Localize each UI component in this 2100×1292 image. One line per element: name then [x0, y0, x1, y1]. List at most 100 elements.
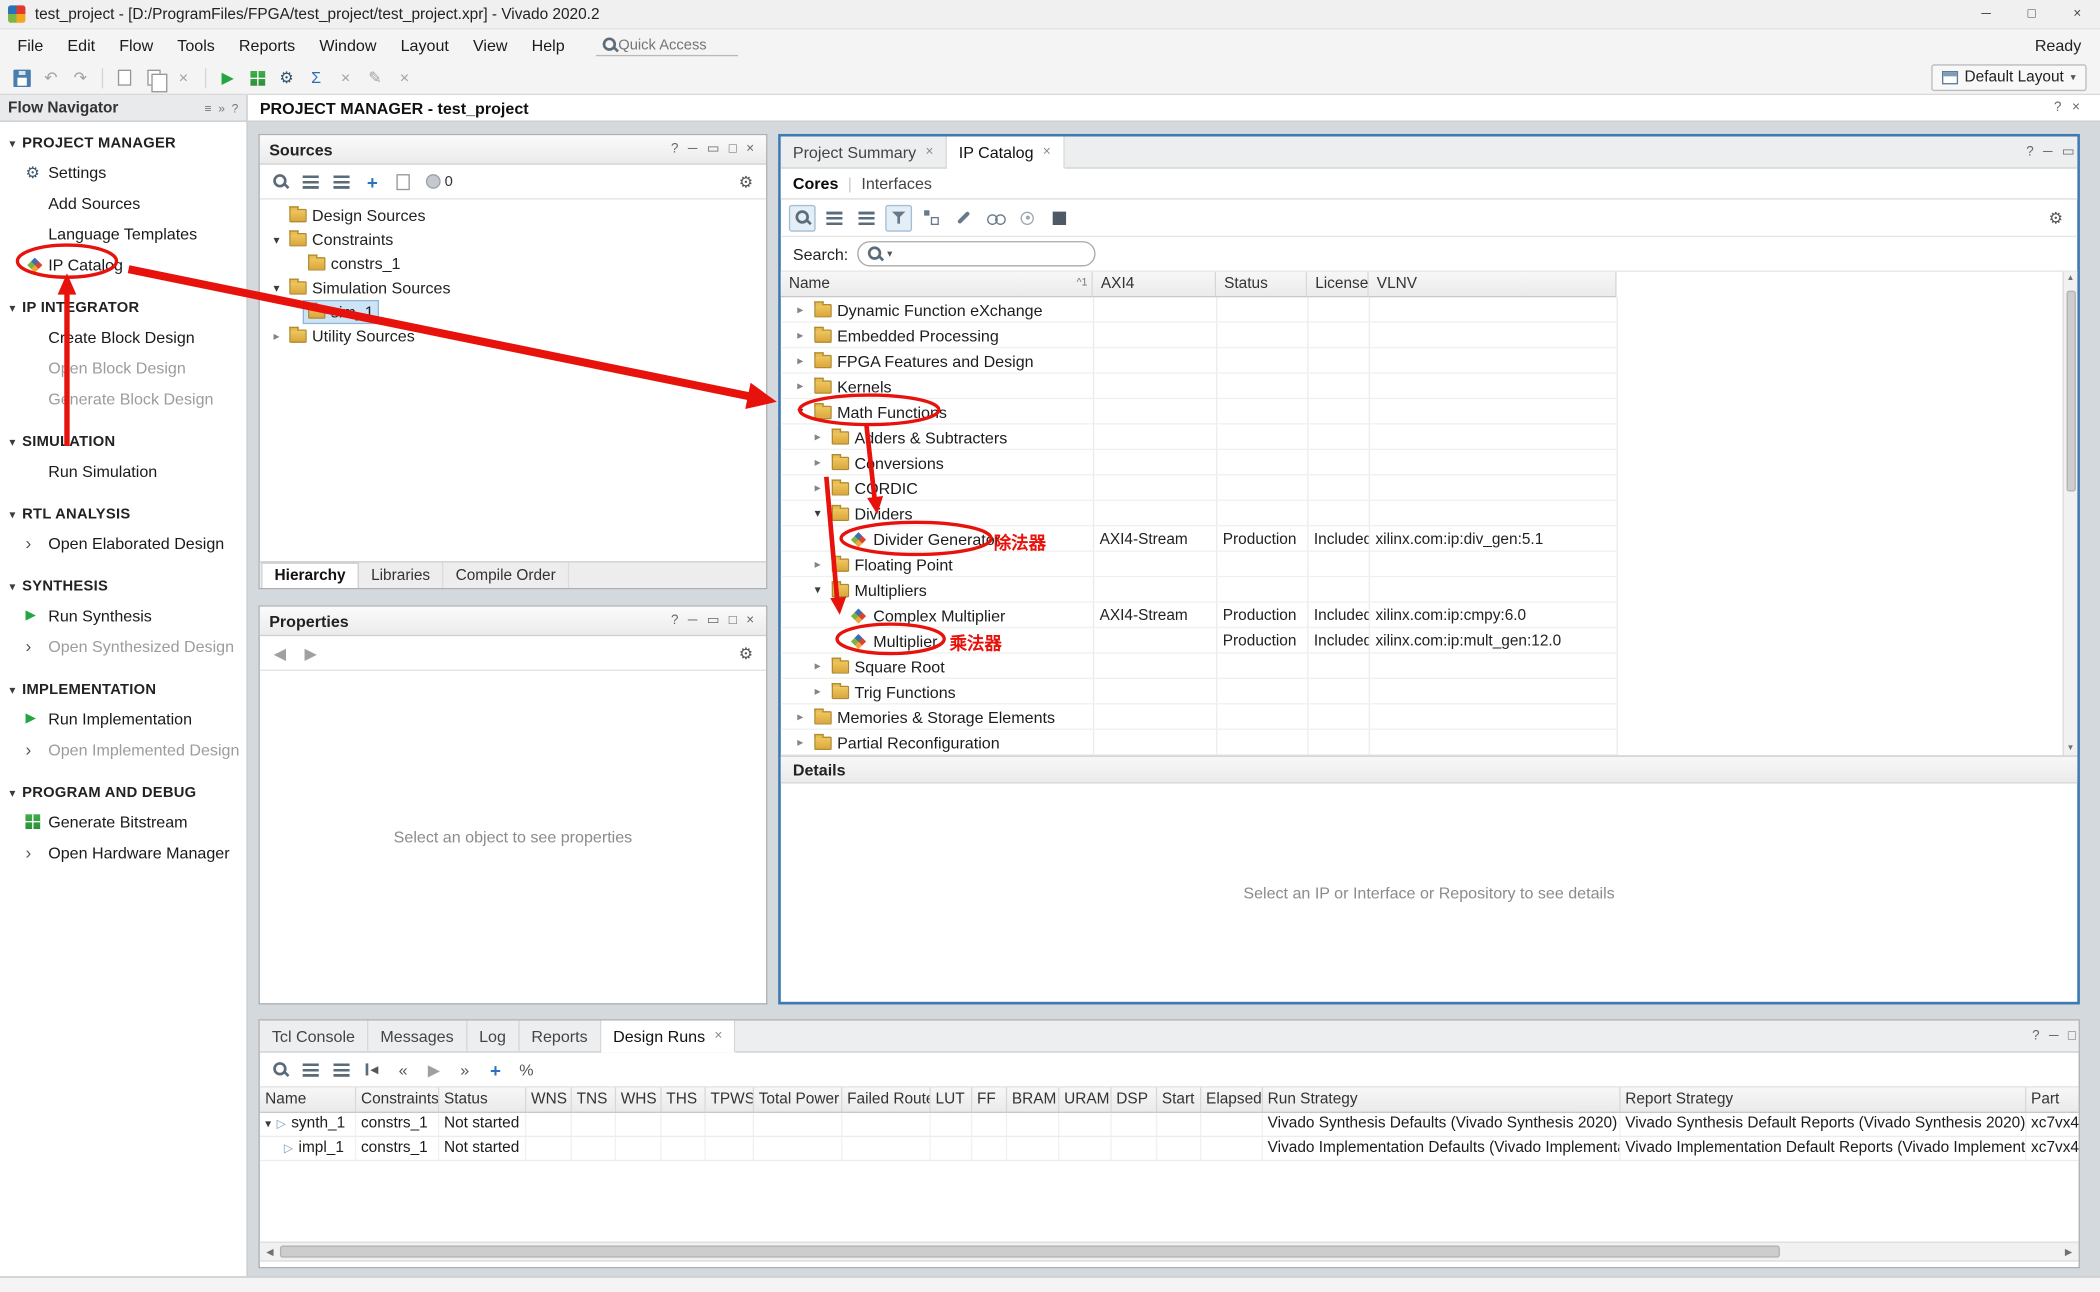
flownav-item-open-block-design[interactable]: Open Block Design [0, 352, 246, 383]
collapse-all-button[interactable] [297, 1056, 324, 1083]
delete-button[interactable]: × [170, 64, 197, 91]
maximize-icon[interactable]: □ [729, 613, 737, 628]
ip-row-memories-storage-elements[interactable]: ▸Memories & Storage Elements [781, 704, 2077, 729]
redo-button[interactable]: ↷ [67, 64, 94, 91]
window-minimize-button[interactable]: ─ [1963, 0, 2009, 28]
runs-column-whs[interactable]: WHS [615, 1088, 661, 1112]
runs-column-bram[interactable]: BRAM [1006, 1088, 1058, 1112]
expand-icon[interactable]: » [218, 101, 225, 114]
flow-section-header-ip-integrator[interactable]: ▾IP INTEGRATOR [0, 295, 246, 322]
flownav-item-open-synthesized-design[interactable]: ›Open Synthesized Design [0, 631, 246, 662]
ip-row-kernels[interactable]: ▸Kernels [781, 374, 2077, 399]
flow-section-header-simulation[interactable]: ▾SIMULATION [0, 429, 246, 456]
close-icon[interactable]: × [746, 142, 754, 157]
maximize-icon[interactable]: □ [2068, 1029, 2076, 1044]
menu-window[interactable]: Window [307, 32, 388, 59]
menu-tools[interactable]: Tools [165, 32, 227, 59]
ip-row-divider-generator[interactable]: Divider GeneratorAXI4-StreamProductionIn… [781, 526, 2077, 551]
subtab-interfaces[interactable]: Interfaces [861, 174, 932, 193]
skip-to-start-button[interactable]: ◀ [359, 1056, 386, 1083]
runs-column-ths[interactable]: THS [660, 1088, 704, 1112]
flownav-item-create-block-design[interactable]: Create Block Design [0, 321, 246, 352]
flow-section-header-project-manager[interactable]: ▾PROJECT MANAGER [0, 130, 246, 157]
search-button[interactable] [267, 1056, 294, 1083]
ip-row-cordic[interactable]: ▸CORDIC [781, 475, 2077, 500]
close-icon[interactable]: × [746, 613, 754, 628]
chevron-collapsed-icon[interactable]: ▸ [797, 329, 803, 341]
column-header-vlnv[interactable]: VLNV [1369, 272, 1617, 297]
target-button[interactable] [1014, 204, 1041, 231]
ip-row-fpga-features-and-design[interactable]: ▸FPGA Features and Design [781, 348, 2077, 373]
chevron-collapsed-icon[interactable]: ▸ [815, 482, 821, 494]
flownav-item-add-sources[interactable]: Add Sources [0, 188, 246, 219]
help-icon[interactable]: ? [2054, 100, 2061, 115]
chevron-collapsed-icon[interactable]: ▸ [797, 737, 803, 749]
subtab-cores[interactable]: Cores [793, 174, 839, 193]
flow-section-header-synthesis[interactable]: ▾SYNTHESIS [0, 573, 246, 600]
run-row-impl-1[interactable]: ▷impl_1constrs_1Not startedVivado Implem… [260, 1136, 2079, 1160]
ip-row-multipliers[interactable]: ▾Multipliers [781, 577, 2077, 602]
column-header-license[interactable]: License [1307, 272, 1369, 297]
flownav-item-settings[interactable]: ⚙Settings [0, 157, 246, 188]
sources-tab-hierarchy[interactable]: Hierarchy [261, 563, 359, 588]
stop-button[interactable] [1046, 204, 1073, 231]
expand-all-button[interactable] [853, 204, 880, 231]
column-header-name[interactable]: Name^1 [781, 272, 1093, 297]
sources-tree-item-constraints[interactable]: ▾Constraints [260, 228, 766, 252]
column-header-status[interactable]: Status [1216, 272, 1307, 297]
chevron-expanded-icon[interactable]: ▾ [815, 508, 821, 520]
runs-column-tpws[interactable]: TPWS [704, 1088, 752, 1112]
flownav-item-open-elaborated-design[interactable]: ›Open Elaborated Design [0, 528, 246, 559]
float-icon[interactable]: ▭ [707, 613, 720, 628]
chevron-down-icon[interactable]: ▾ [9, 787, 15, 799]
quick-access-input[interactable] [618, 37, 731, 53]
cancel-button[interactable]: × [332, 64, 359, 91]
chevron-down-icon[interactable]: ▾ [9, 581, 15, 593]
chevron-collapsed-icon[interactable]: ▸ [797, 711, 803, 723]
flownav-item-run-simulation[interactable]: Run Simulation [0, 455, 246, 486]
flownav-item-open-hardware-manager[interactable]: ›Open Hardware Manager [0, 837, 246, 868]
runs-column-report-strategy[interactable]: Report Strategy [1619, 1088, 2025, 1112]
sources-tree-item-utility-sources[interactable]: ▸Utility Sources [260, 324, 766, 348]
window-close-button[interactable]: × [2054, 0, 2100, 28]
minimize-icon[interactable]: ─ [2043, 145, 2053, 160]
sum-button[interactable]: Σ [303, 64, 330, 91]
chevron-expanded-icon[interactable]: ▾ [274, 282, 280, 294]
link-button[interactable] [982, 204, 1009, 231]
minimize-icon[interactable]: ─ [688, 613, 698, 628]
runs-column-start[interactable]: Start [1156, 1088, 1200, 1112]
chevron-collapsed-icon[interactable]: ▸ [797, 355, 803, 367]
runs-column-wns[interactable]: WNS [525, 1088, 571, 1112]
percent-button[interactable]: % [513, 1056, 540, 1083]
step-forward-button[interactable]: » [451, 1056, 478, 1083]
horizontal-scrollbar[interactable]: ◀ ▶ [260, 1242, 2079, 1262]
chevron-collapsed-icon[interactable]: ▸ [815, 660, 821, 672]
menu-help[interactable]: Help [520, 32, 577, 59]
step-back-button[interactable]: « [390, 1056, 417, 1083]
ip-search-box[interactable]: ▾ [858, 241, 1096, 266]
maximize-icon[interactable]: □ [729, 142, 737, 157]
close-icon[interactable]: × [1043, 145, 1051, 160]
chevron-expanded-icon[interactable]: ▾ [265, 1118, 271, 1130]
runs-column-ff[interactable]: FF [971, 1088, 1006, 1112]
tab-design-runs[interactable]: Design Runs× [601, 1021, 736, 1053]
chevron-collapsed-icon[interactable]: ▸ [815, 686, 821, 698]
sources-tree-item-constrs-1[interactable]: constrs_1 [260, 252, 766, 276]
chevron-down-icon[interactable]: ▾ [9, 508, 15, 520]
chevron-expanded-icon[interactable]: ▾ [797, 406, 803, 418]
flownav-item-generate-block-design[interactable]: Generate Block Design [0, 383, 246, 414]
help-icon[interactable]: ? [2026, 145, 2033, 160]
create-run-button[interactable]: + [482, 1056, 509, 1083]
tab-log[interactable]: Log [467, 1021, 519, 1052]
search-button[interactable] [267, 168, 294, 195]
ip-row-square-root[interactable]: ▸Square Root [781, 654, 2077, 679]
chevron-collapsed-icon[interactable]: ▸ [274, 330, 280, 342]
run-selected-button[interactable]: ▶ [421, 1056, 448, 1083]
runs-column-status[interactable]: Status [438, 1088, 525, 1112]
chevron-collapsed-icon[interactable]: ▸ [797, 380, 803, 392]
dashboard-button[interactable] [244, 64, 271, 91]
help-icon[interactable]: ? [232, 101, 239, 114]
minimize-icon[interactable]: ─ [688, 142, 698, 157]
paste-button[interactable] [141, 64, 168, 91]
ip-row-embedded-processing[interactable]: ▸Embedded Processing [781, 323, 2077, 348]
